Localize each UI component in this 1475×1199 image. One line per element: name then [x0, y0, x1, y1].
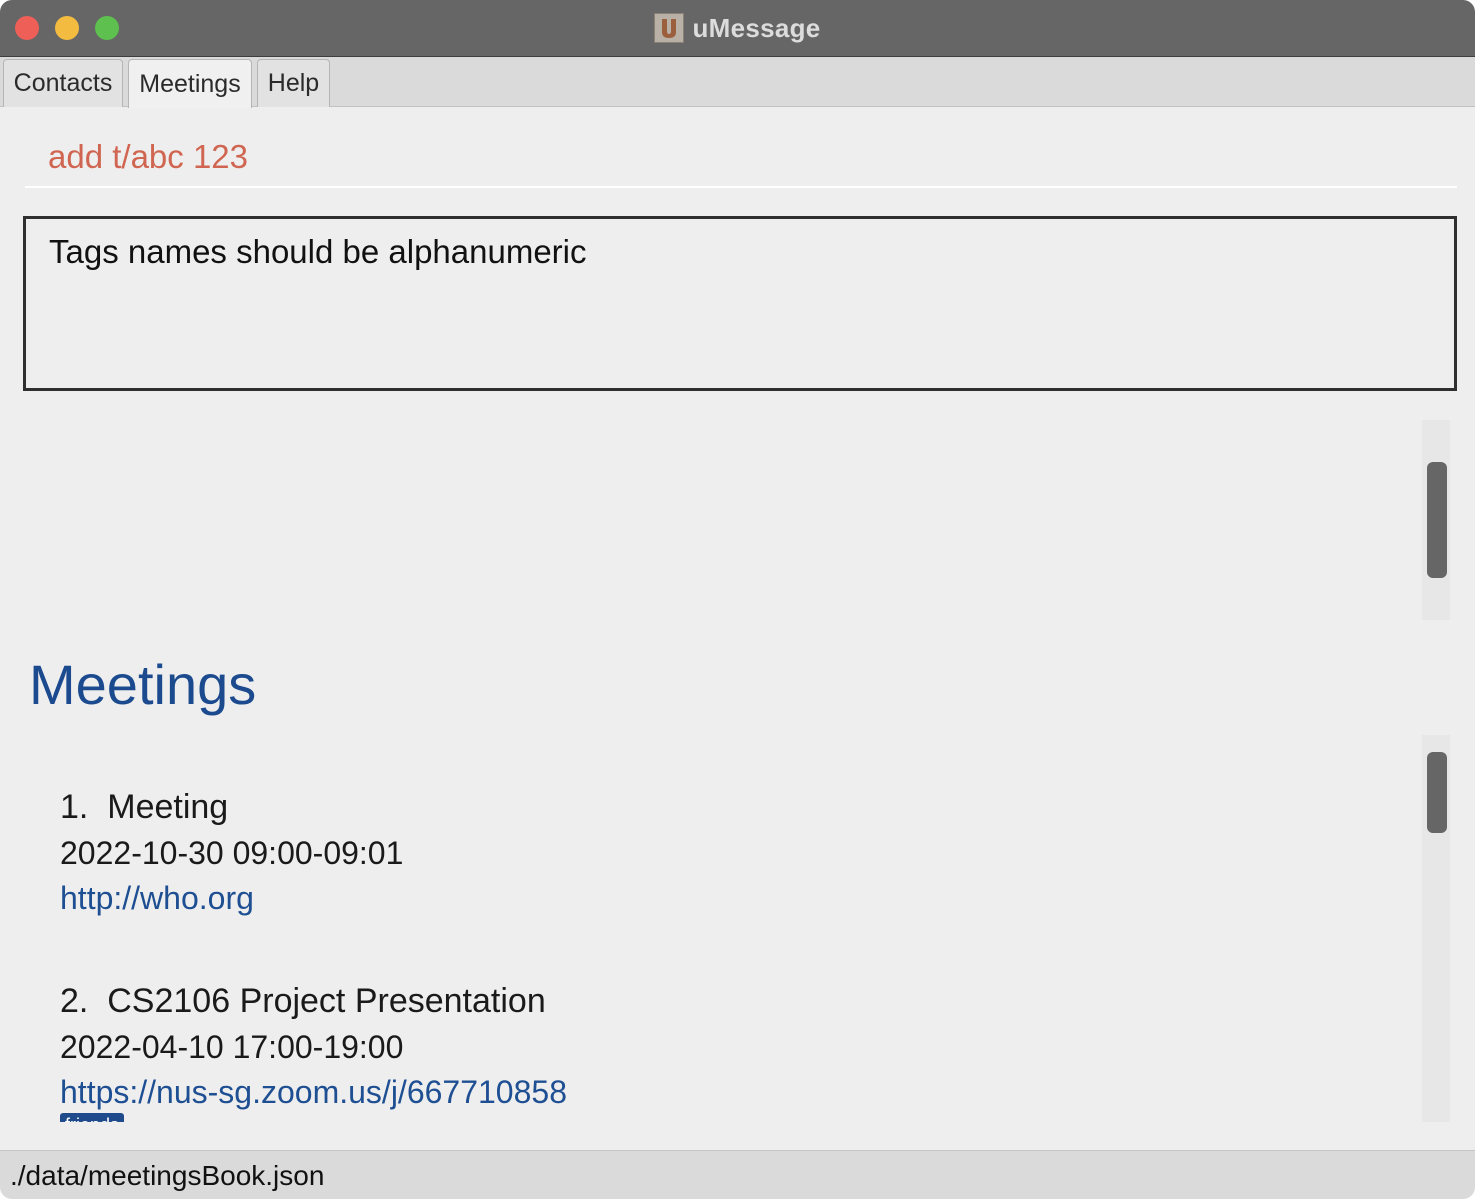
app-window: uMessage Contacts Meetings Help Tags nam… [0, 0, 1475, 1199]
title-bar[interactable]: uMessage [0, 0, 1475, 57]
title-group: uMessage [0, 10, 1475, 46]
meeting-title: 2. CS2106 Project Presentation [60, 982, 546, 1020]
meeting-datetime: 2022-10-30 09:00-09:01 [60, 835, 404, 871]
upper-scrollbar-thumb[interactable] [1427, 462, 1447, 578]
meeting-title: 1. Meeting [60, 788, 229, 826]
meeting-card[interactable]: 2. CS2106 Project Presentation 2022-04-1… [60, 982, 567, 1122]
meeting-link[interactable]: http://who.org [60, 880, 403, 917]
meeting-datetime: 2022-04-10 17:00-19:00 [60, 1029, 404, 1065]
empty-list-panel [0, 420, 1450, 620]
command-input[interactable] [25, 128, 1457, 188]
meeting-link[interactable]: https://nus-sg.zoom.us/j/667710858 [60, 1074, 567, 1111]
upper-scrollbar-track[interactable] [1422, 420, 1450, 620]
tab-contacts[interactable]: Contacts [3, 59, 123, 107]
meeting-list: 1. Meeting 2022-10-30 09:00-09:01 http:/… [0, 752, 1420, 1122]
meeting-card[interactable]: 1. Meeting 2022-10-30 09:00-09:01 http:/… [60, 788, 403, 917]
tab-meetings[interactable]: Meetings [128, 59, 252, 108]
result-message: Tags names should be alphanumeric [49, 233, 587, 270]
app-logo-icon [654, 13, 685, 43]
meeting-tag: friends [60, 1113, 125, 1122]
window-title: uMessage [692, 12, 821, 43]
meetings-heading: Meetings [29, 653, 257, 716]
meetings-scrollbar-track[interactable] [1422, 735, 1450, 1122]
data-file-path: ./data/meetingsBook.json [10, 1160, 325, 1191]
tab-bar: Contacts Meetings Help [0, 57, 1475, 108]
tab-help[interactable]: Help [257, 59, 330, 107]
status-bar: ./data/meetingsBook.json [0, 1150, 1475, 1199]
result-display[interactable]: Tags names should be alphanumeric [23, 216, 1457, 391]
meetings-scrollbar-thumb[interactable] [1427, 752, 1447, 833]
